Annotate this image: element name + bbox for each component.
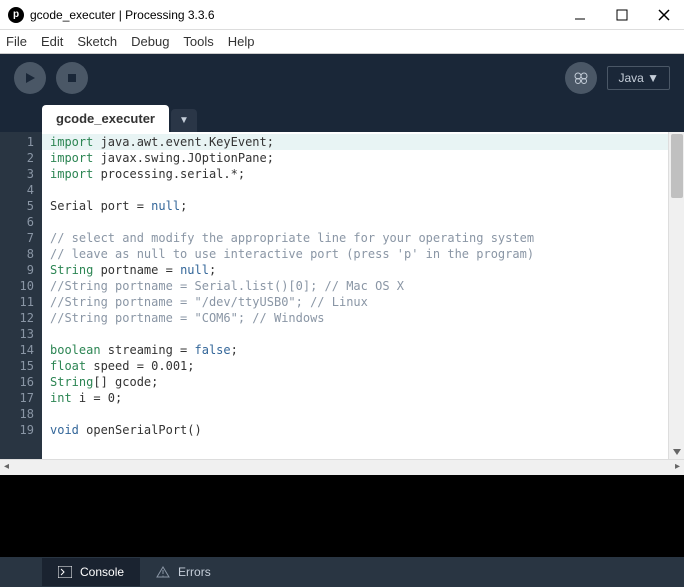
code-line[interactable]: boolean streaming = false; [50, 342, 676, 358]
app-icon: p [8, 7, 24, 23]
tabbar: gcode_executer ▼ [0, 102, 684, 132]
line-number: 11 [0, 294, 34, 310]
minimize-icon [574, 9, 586, 21]
scroll-down-icon[interactable] [672, 447, 682, 457]
tab-gcode-executer[interactable]: gcode_executer [42, 105, 169, 132]
toolbar-right: Java ▼ [565, 62, 670, 94]
code-line[interactable]: int i = 0; [50, 390, 676, 406]
maximize-icon [616, 9, 628, 21]
line-number: 1 [0, 134, 34, 150]
code-line[interactable]: // select and modify the appropriate lin… [50, 230, 676, 246]
menu-file[interactable]: File [6, 34, 27, 49]
close-button[interactable] [652, 3, 676, 27]
menu-edit[interactable]: Edit [41, 34, 63, 49]
line-number: 18 [0, 406, 34, 422]
code-editor[interactable]: 12345678910111213141516171819 import jav… [0, 132, 684, 459]
menu-debug[interactable]: Debug [131, 34, 169, 49]
line-gutter: 12345678910111213141516171819 [0, 132, 42, 459]
window-controls [568, 3, 676, 27]
line-number: 15 [0, 358, 34, 374]
errors-label: Errors [178, 565, 211, 579]
stop-icon [65, 71, 79, 85]
code-line[interactable]: import java.awt.event.KeyEvent; [42, 134, 684, 150]
horizontal-scrollbar[interactable] [0, 459, 684, 475]
code-line[interactable]: //String portname = "COM6"; // Windows [50, 310, 676, 326]
line-number: 12 [0, 310, 34, 326]
tab-dropdown[interactable]: ▼ [171, 109, 197, 132]
debug-button[interactable] [565, 62, 597, 94]
code-line[interactable] [50, 182, 676, 198]
code-line[interactable] [50, 406, 676, 422]
line-number: 19 [0, 422, 34, 438]
line-number: 3 [0, 166, 34, 182]
menu-tools[interactable]: Tools [183, 34, 213, 49]
run-button[interactable] [14, 62, 46, 94]
bottom-tabbar: Console Errors [0, 557, 684, 587]
code-line[interactable] [50, 214, 676, 230]
minimize-button[interactable] [568, 3, 592, 27]
play-icon [23, 71, 37, 85]
code-line[interactable] [50, 326, 676, 342]
code-line[interactable]: String[] gcode; [50, 374, 676, 390]
line-number: 8 [0, 246, 34, 262]
code-line[interactable]: void openSerialPort() [50, 422, 676, 438]
window-title: gcode_executer | Processing 3.3.6 [30, 8, 215, 22]
line-number: 16 [0, 374, 34, 390]
toolbar-left [14, 62, 88, 94]
warning-icon [156, 565, 170, 579]
butterfly-icon [573, 70, 589, 86]
menu-sketch[interactable]: Sketch [77, 34, 117, 49]
line-number: 4 [0, 182, 34, 198]
code-line[interactable]: //String portname = Serial.list()[0]; //… [50, 278, 676, 294]
line-number: 10 [0, 278, 34, 294]
line-number: 7 [0, 230, 34, 246]
console-label: Console [80, 565, 124, 579]
tab-errors[interactable]: Errors [140, 558, 227, 586]
menu-help[interactable]: Help [228, 34, 255, 49]
stop-button[interactable] [56, 62, 88, 94]
scrollbar-thumb[interactable] [671, 134, 683, 198]
toolbar: Java ▼ [0, 54, 684, 102]
code-line[interactable]: String portname = null; [50, 262, 676, 278]
code-line[interactable]: float speed = 0.001; [50, 358, 676, 374]
titlebar-left: p gcode_executer | Processing 3.3.6 [8, 7, 215, 23]
maximize-button[interactable] [610, 3, 634, 27]
code-line[interactable]: import javax.swing.JOptionPane; [50, 150, 676, 166]
console-icon [58, 565, 72, 579]
line-number: 6 [0, 214, 34, 230]
window-titlebar: p gcode_executer | Processing 3.3.6 [0, 0, 684, 30]
line-number: 2 [0, 150, 34, 166]
vertical-scrollbar[interactable] [668, 132, 684, 459]
close-icon [658, 9, 670, 21]
code-content[interactable]: import java.awt.event.KeyEvent;import ja… [42, 132, 684, 459]
console-output[interactable] [0, 475, 684, 557]
code-line[interactable]: // leave as null to use interactive port… [50, 246, 676, 262]
menubar: File Edit Sketch Debug Tools Help [0, 30, 684, 54]
code-line[interactable]: Serial port = null; [50, 198, 676, 214]
line-number: 14 [0, 342, 34, 358]
tab-console[interactable]: Console [42, 558, 140, 586]
code-line[interactable]: import processing.serial.*; [50, 166, 676, 182]
line-number: 9 [0, 262, 34, 278]
line-number: 17 [0, 390, 34, 406]
code-line[interactable]: //String portname = "/dev/ttyUSB0"; // L… [50, 294, 676, 310]
mode-selector[interactable]: Java ▼ [607, 66, 670, 90]
line-number: 13 [0, 326, 34, 342]
line-number: 5 [0, 198, 34, 214]
